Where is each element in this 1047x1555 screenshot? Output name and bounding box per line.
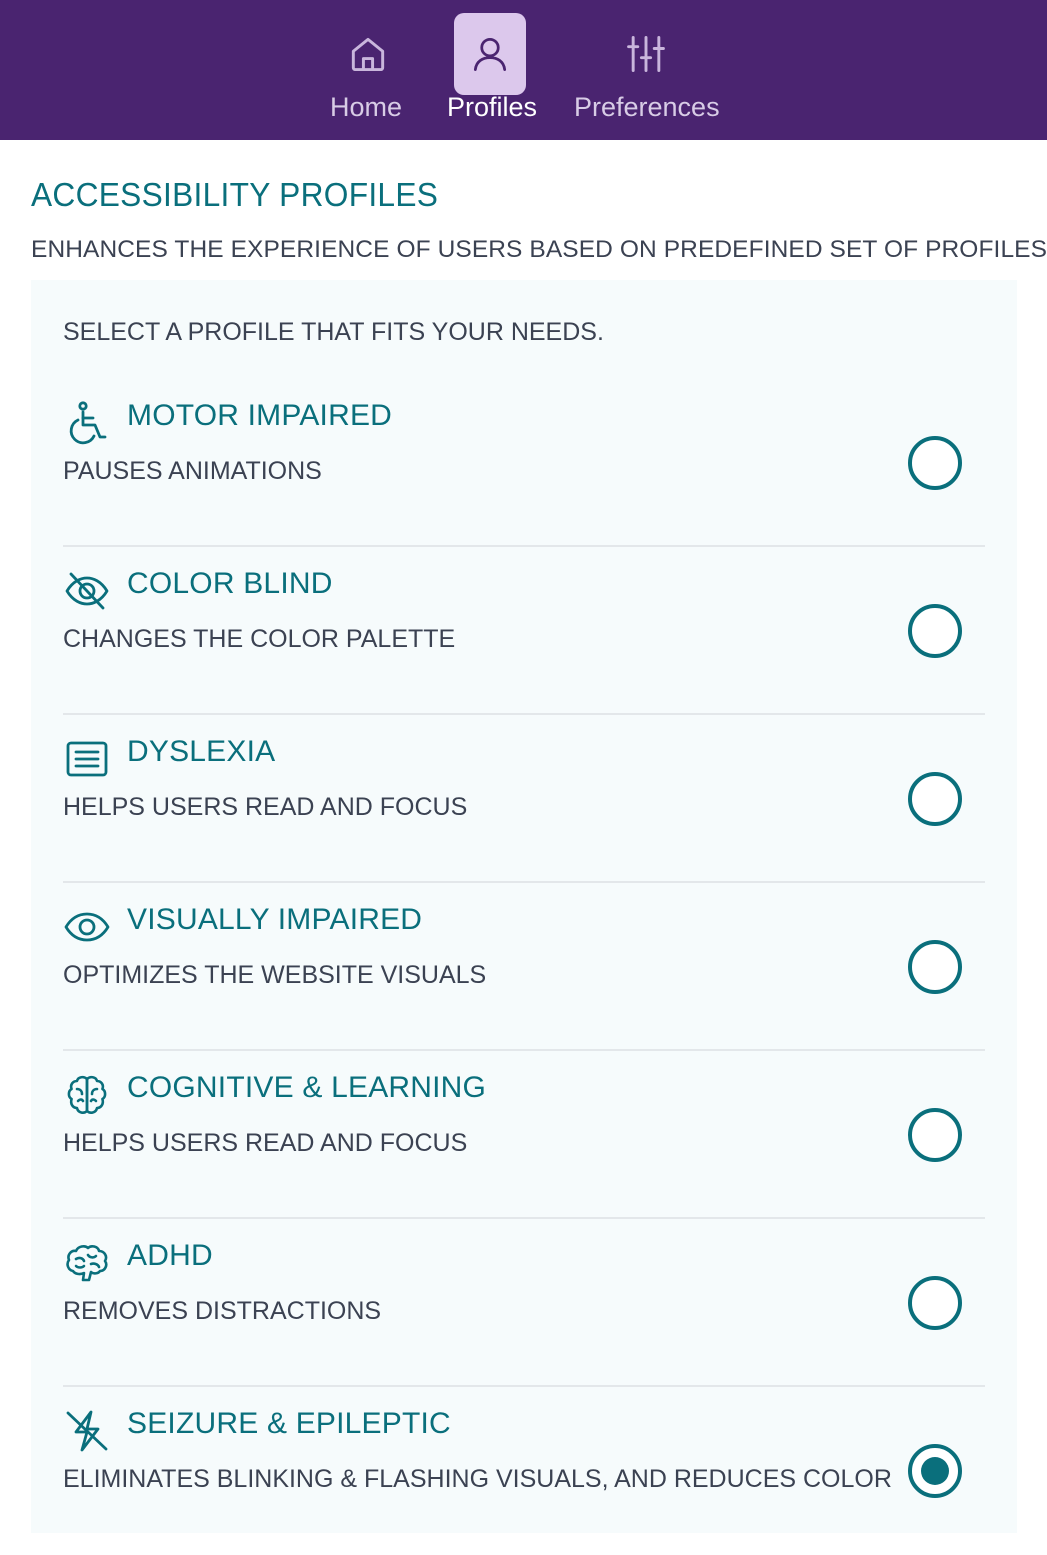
profile-title: COGNITIVE & LEARNING [127,1071,487,1104]
brain-outline-icon [63,1239,111,1287]
panel-title: SELECT A PROFILE THAT FITS YOUR NEEDS. [63,318,604,346]
profile-description: HELPS USERS READ AND FOCUS [63,793,468,821]
profile-radio[interactable] [908,604,962,658]
profile-adhd[interactable]: ADHD REMOVES DISTRACTIONS [63,1219,985,1387]
tab-preferences-label: Preferences [574,92,720,122]
tab-home-label: Home [330,92,403,122]
page-subtitle: ENHANCES THE EXPERIENCE OF USERS BASED O… [31,236,1047,263]
profile-title: DYSLEXIA [127,735,276,768]
wheelchair-icon [63,399,111,447]
tab-profiles-label: Profiles [447,92,538,122]
lightning-slash-icon [63,1407,111,1455]
radio-selected-dot [921,1457,949,1485]
page-title: ACCESSIBILITY PROFILES [31,176,439,213]
profile-radio[interactable] [908,1108,962,1162]
profile-description: HELPS USERS READ AND FOCUS [63,1129,468,1157]
profile-radio[interactable] [908,940,962,994]
profile-title: COLOR BLIND [127,567,333,600]
profile-title: VISUALLY IMPAIRED [127,903,423,936]
profile-description: OPTIMIZES THE WEBSITE VISUALS [63,961,487,989]
tab-profiles[interactable]: Profiles [444,0,544,140]
profile-radio-selected[interactable] [908,1444,962,1498]
profiles-panel: SELECT A PROFILE THAT FITS YOUR NEEDS. M… [31,280,1017,1533]
profile-dyslexia[interactable]: DYSLEXIA HELPS USERS READ AND FOCUS [63,715,985,883]
sliders-icon [610,13,682,95]
tab-preferences[interactable]: Preferences [572,0,722,140]
profile-description: ELIMINATES BLINKING & FLASHING VISUALS, … [63,1465,892,1493]
home-icon [332,13,404,95]
profile-seizure-epileptic[interactable]: SEIZURE & EPILEPTIC ELIMINATES BLINKING … [63,1387,985,1555]
top-navigation-bar: Home Profiles Preferences [0,0,1047,140]
profile-motor-impaired[interactable]: MOTOR IMPAIRED PAUSES ANIMATIONS [63,379,985,547]
profile-title: ADHD [127,1239,213,1272]
profile-description: REMOVES DISTRACTIONS [63,1297,382,1325]
profile-title: MOTOR IMPAIRED [127,399,393,432]
profile-description: CHANGES THE COLOR PALETTE [63,625,456,653]
profile-cognitive-learning[interactable]: COGNITIVE & LEARNING HELPS USERS READ AN… [63,1051,985,1219]
profile-radio[interactable] [908,1276,962,1330]
profile-color-blind[interactable]: COLOR BLIND CHANGES THE COLOR PALETTE [63,547,985,715]
tab-home[interactable]: Home [318,0,418,140]
text-lines-icon [63,735,111,783]
profile-description: PAUSES ANIMATIONS [63,457,322,485]
profile-visually-impaired[interactable]: VISUALLY IMPAIRED OPTIMIZES THE WEBSITE … [63,883,985,1051]
profile-title: SEIZURE & EPILEPTIC [127,1407,451,1440]
profile-radio[interactable] [908,772,962,826]
brain-icon [63,1071,111,1119]
profile-radio[interactable] [908,436,962,490]
eye-icon [63,903,111,951]
user-icon [454,13,526,95]
eye-slash-icon [63,567,111,615]
